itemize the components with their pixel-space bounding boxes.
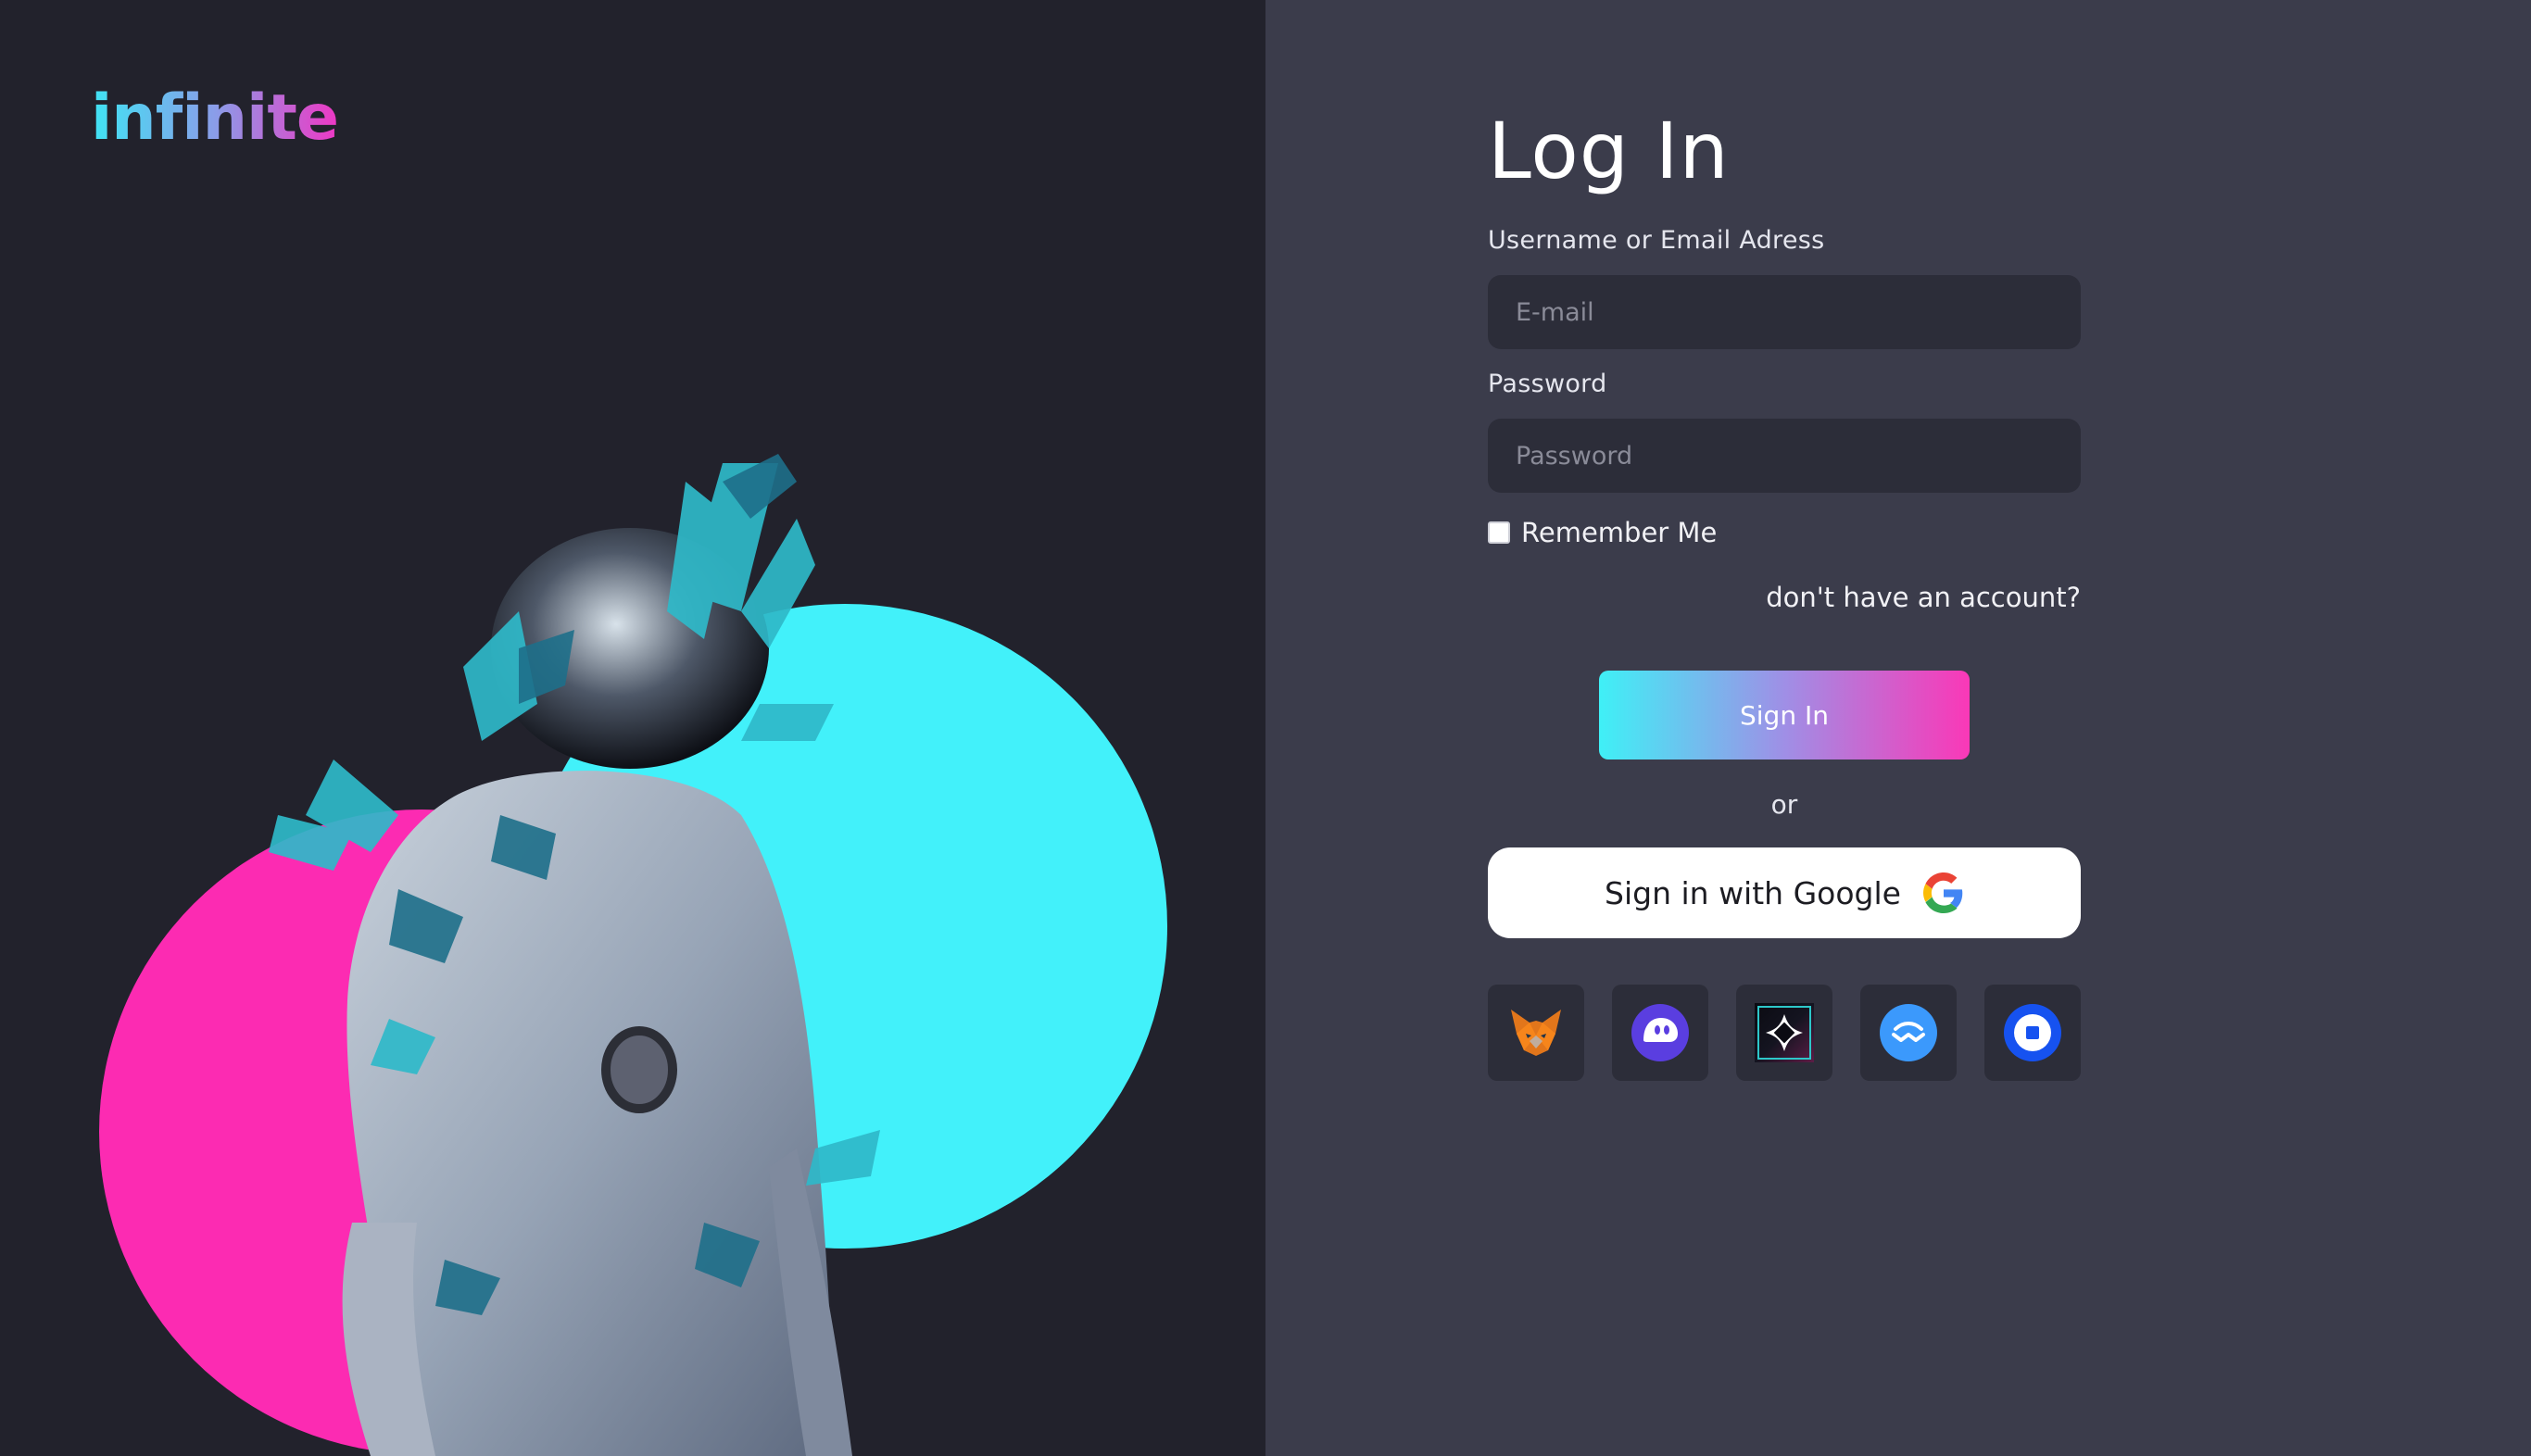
phantom-ghost-icon [1631, 1004, 1689, 1061]
wallet-walletconnect-button[interactable] [1860, 985, 1957, 1081]
metamask-fox-icon [1511, 1010, 1561, 1056]
login-form: Log In Username or Email Adress Password… [1488, 100, 2081, 1081]
remember-me-label[interactable]: Remember Me [1521, 517, 1717, 548]
page-title: Log In [1488, 106, 1730, 196]
login-panel: Log In Username or Email Adress Password… [1266, 0, 2531, 1456]
password-input[interactable] [1488, 419, 2081, 493]
wallet-metamask-button[interactable] [1488, 985, 1584, 1081]
google-sign-in-label: Sign in with Google [1605, 874, 1901, 911]
walletconnect-icon [1880, 1004, 1937, 1061]
wallet-dark-square-button[interactable] [1736, 985, 1832, 1081]
google-g-icon [1922, 872, 1963, 913]
remember-me-checkbox[interactable] [1488, 521, 1510, 544]
password-label: Password [1488, 370, 1607, 398]
google-sign-in-button[interactable]: Sign in with Google [1488, 847, 2081, 938]
wallet-coinbase-button[interactable] [1984, 985, 2081, 1081]
signup-link[interactable]: don't have an account? [1488, 582, 2081, 613]
hero-panel: infinite [0, 0, 1266, 1456]
email-input[interactable] [1488, 275, 2081, 349]
dark-square-wallet-icon [1755, 1003, 1814, 1062]
or-divider: or [1770, 789, 1798, 820]
username-label: Username or Email Adress [1488, 226, 1825, 255]
wallet-phantom-button[interactable] [1612, 985, 1708, 1081]
coinbase-wallet-icon [2004, 1004, 2061, 1061]
remember-me-row: Remember Me [1488, 517, 2081, 548]
wallet-options [1488, 985, 2081, 1081]
sign-in-button[interactable]: Sign In [1599, 671, 1970, 759]
astronaut-illustration [99, 454, 1167, 1456]
